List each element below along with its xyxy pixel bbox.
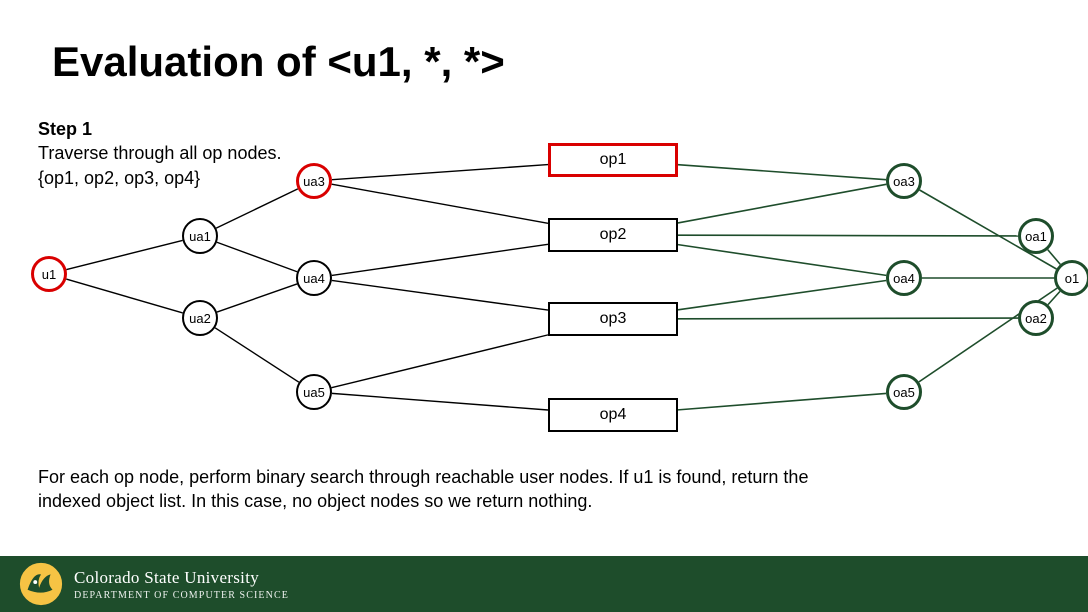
node-ua4: ua4 xyxy=(296,260,332,296)
edge-op2-oa3 xyxy=(678,184,886,223)
node-ua3: ua3 xyxy=(296,163,332,199)
footer: Colorado State University DEPARTMENT OF … xyxy=(0,556,1088,612)
node-ua1: ua1 xyxy=(182,218,218,254)
footer-university: Colorado State University xyxy=(74,568,289,588)
edge-ua3-op2 xyxy=(332,184,548,223)
slide: Evaluation of <u1, *, *> Step 1 Traverse… xyxy=(0,0,1088,612)
footer-text: Colorado State University DEPARTMENT OF … xyxy=(74,568,289,601)
node-u1: u1 xyxy=(31,256,67,292)
edge-op2-oa4 xyxy=(678,245,886,276)
footer-department: DEPARTMENT OF COMPUTER SCIENCE xyxy=(74,590,289,601)
slide-title: Evaluation of <u1, *, *> xyxy=(52,38,505,86)
step-line1: Traverse through all op nodes. xyxy=(38,143,281,163)
node-op3: op3 xyxy=(548,302,678,336)
node-oa5: oa5 xyxy=(886,374,922,410)
node-oa2: oa2 xyxy=(1018,300,1054,336)
edge-ua4-op2 xyxy=(332,244,548,275)
node-o1: o1 xyxy=(1054,260,1088,296)
edge-ua4-op3 xyxy=(332,280,548,310)
node-oa1: oa1 xyxy=(1018,218,1054,254)
edge-oa1-o1 xyxy=(1048,250,1061,265)
edge-ua3-op1 xyxy=(332,165,548,180)
step-line2: {op1, op2, op3, op4} xyxy=(38,168,200,188)
edge-ua1-ua4 xyxy=(217,242,297,272)
node-oa3: oa3 xyxy=(886,163,922,199)
edges-layer xyxy=(0,0,1088,612)
edge-u1-ua1 xyxy=(66,240,182,269)
edge-ua1-ua3 xyxy=(216,189,298,228)
node-op4: op4 xyxy=(548,398,678,432)
edge-ua2-ua5 xyxy=(215,328,299,382)
edge-oa2-o1 xyxy=(1048,291,1060,304)
edge-ua5-op4 xyxy=(332,393,548,410)
node-ua5: ua5 xyxy=(296,374,332,410)
edge-op4-oa5 xyxy=(678,393,886,409)
edge-op2-oa1 xyxy=(678,235,1018,236)
edge-op1-oa3 xyxy=(678,165,886,180)
node-op1: op1 xyxy=(548,143,678,177)
node-oa4: oa4 xyxy=(886,260,922,296)
closing-text: For each op node, perform binary search … xyxy=(38,465,838,514)
edge-u1-ua2 xyxy=(66,279,182,313)
step-heading: Step 1 xyxy=(38,119,92,139)
edge-op3-oa2 xyxy=(678,318,1018,319)
footer-logo-icon xyxy=(18,561,64,607)
edge-ua5-op3 xyxy=(331,335,548,388)
edge-op3-oa4 xyxy=(678,281,886,310)
node-op2: op2 xyxy=(548,218,678,252)
edge-ua2-ua4 xyxy=(217,284,297,312)
step-text: Step 1 Traverse through all op nodes. {o… xyxy=(38,117,281,190)
node-ua2: ua2 xyxy=(182,300,218,336)
